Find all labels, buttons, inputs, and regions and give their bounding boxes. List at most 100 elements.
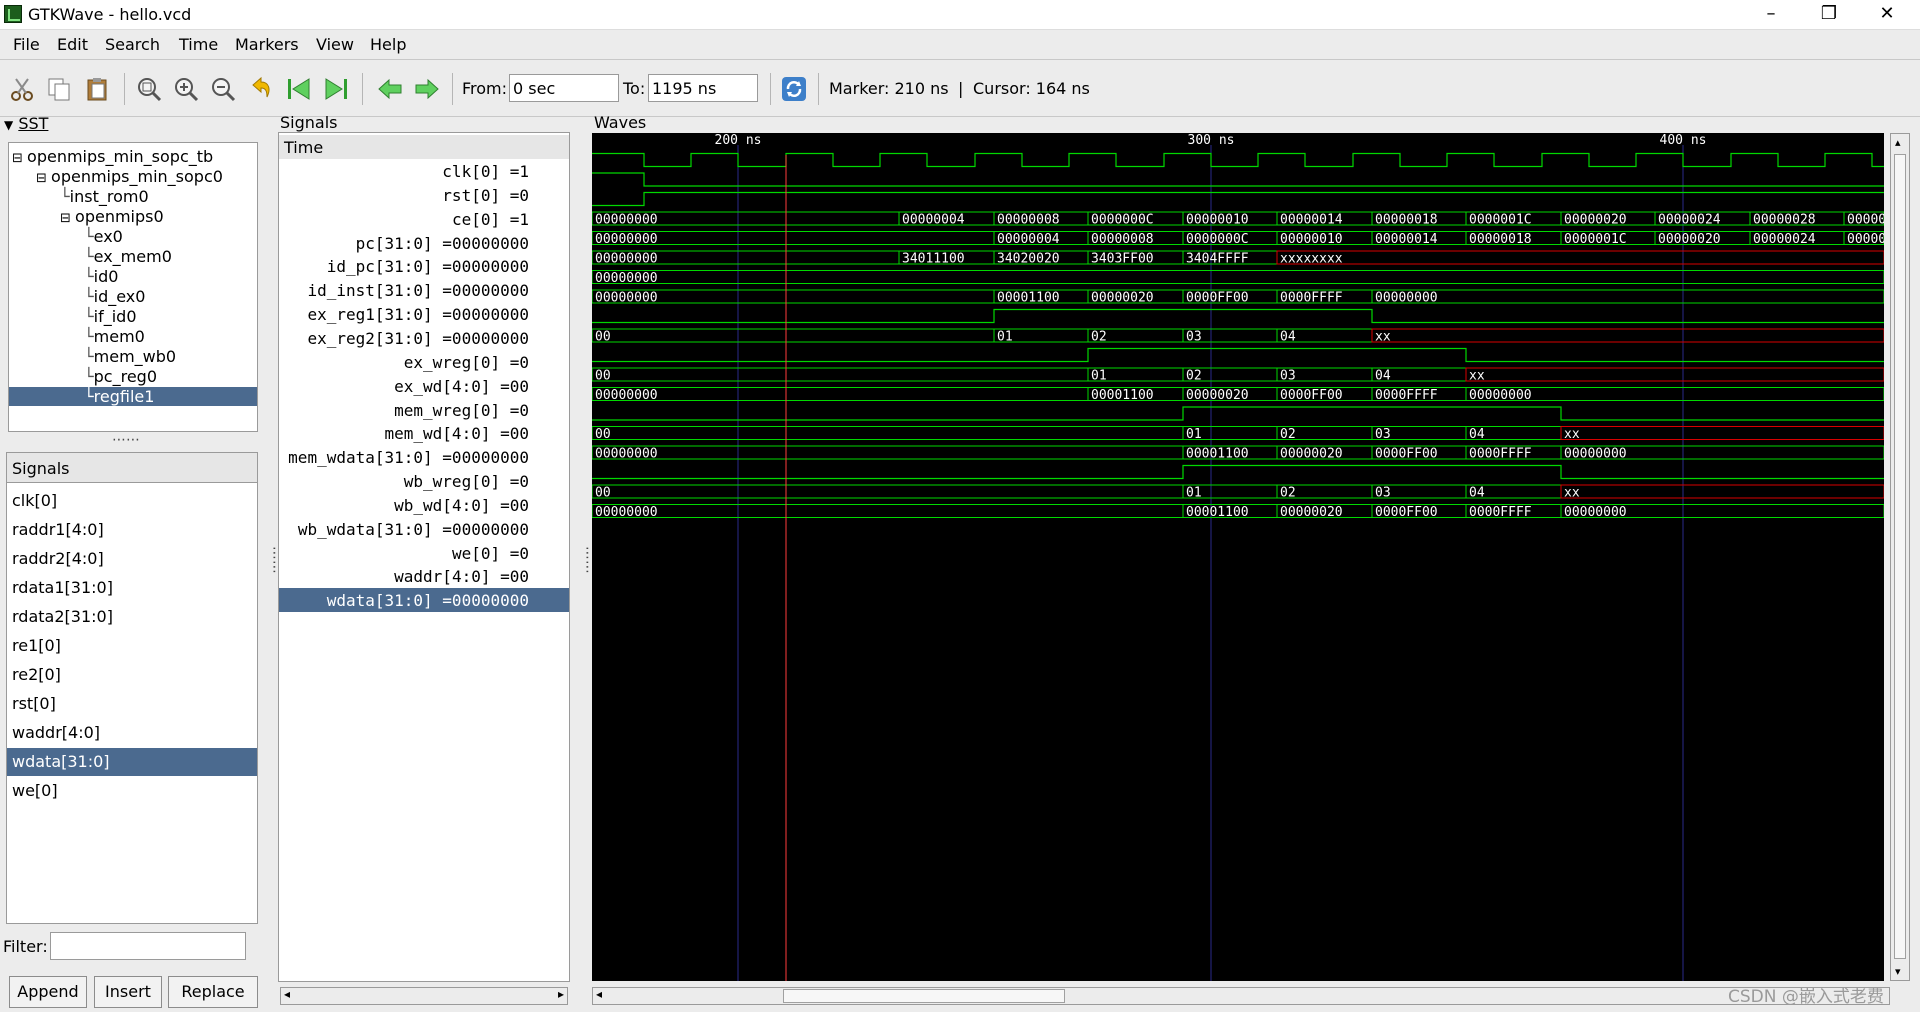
signal-list-item[interactable]: rdata1[31:0]	[7, 574, 257, 602]
trace-signal-label[interactable]: pc[31:0] =00000000	[279, 231, 569, 255]
sst-node[interactable]: └pc_reg0	[84, 367, 157, 386]
signal-list-item[interactable]: waddr[4:0]	[7, 719, 257, 747]
reload-icon[interactable]	[780, 75, 808, 103]
close-button[interactable]: ✕	[1858, 0, 1916, 30]
zoom-to-end-icon[interactable]	[322, 75, 350, 103]
sst-node[interactable]: └ex_mem0	[84, 247, 172, 266]
trace-signal-label[interactable]: mem_wdata[31:0] =00000000	[279, 445, 569, 469]
signal-list-item[interactable]: raddr2[4:0]	[7, 545, 257, 573]
bus-value-label: 00000000	[595, 271, 658, 286]
sst-node[interactable]: ⊟ openmips_min_sopc0	[36, 167, 223, 186]
trace-signal-label[interactable]: wb_wd[4:0] =00	[279, 493, 569, 517]
bus-value-label: 03	[1375, 486, 1391, 501]
menu-file[interactable]: File	[13, 35, 40, 54]
trace-signal-label[interactable]: clk[0] =1	[279, 159, 569, 183]
signal-list-item[interactable]: re1[0]	[7, 632, 257, 660]
bus-value-label: 01	[1186, 486, 1202, 501]
signal-list-item[interactable]: re2[0]	[7, 661, 257, 689]
trace-signal-label[interactable]: waddr[4:0] =00	[279, 564, 569, 588]
menu-help[interactable]: Help	[370, 35, 406, 54]
signal-list-item[interactable]: rdata2[31:0]	[7, 603, 257, 631]
tree-expander-icon[interactable]: ⊟	[60, 211, 75, 226]
sst-node[interactable]: └inst_rom0	[60, 187, 149, 206]
trace-signal-label[interactable]: mem_wd[4:0] =00	[279, 421, 569, 445]
trace-signal-label[interactable]: wdata[31:0] =00000000	[279, 588, 569, 613]
hscroll-thumb[interactable]	[783, 989, 1065, 1003]
bus-value-label: 01	[1186, 427, 1202, 442]
bus-value-label: 00000018	[1469, 232, 1532, 247]
sst-node[interactable]: └if_id0	[84, 307, 137, 326]
from-time-input[interactable]	[509, 74, 619, 102]
sst-node[interactable]: └regfile1	[9, 387, 257, 406]
menu-search[interactable]: Search	[105, 35, 160, 54]
signals-list-header[interactable]: Signals	[7, 453, 257, 483]
tree-expander-icon[interactable]: ⊟	[12, 151, 27, 166]
bus-value-label: 00000000	[1564, 505, 1627, 520]
sst-node[interactable]: └mem0	[84, 327, 145, 346]
trace-signal-label[interactable]: ex_reg2[31:0] =00000000	[279, 326, 569, 350]
scroll-down-arrow-icon[interactable]: ▾	[1895, 965, 1901, 978]
trace-signal-label[interactable]: ex_reg1[31:0] =00000000	[279, 302, 569, 326]
insert-button[interactable]: Insert	[94, 976, 162, 1008]
signal-list-item[interactable]: we[0]	[7, 777, 257, 805]
waves-hscrollbar[interactable]: ◂	[592, 987, 1890, 1005]
menu-edit[interactable]: Edit	[57, 35, 88, 54]
signal-list-item[interactable]: wdata[31:0]	[7, 748, 257, 776]
scroll-up-arrow-icon[interactable]: ▴	[1895, 136, 1901, 149]
sst-node[interactable]: ⊟ openmips_min_sopc_tb	[12, 147, 213, 166]
sst-node[interactable]: └id0	[84, 267, 118, 286]
trace-signal-label[interactable]: rst[0] =0	[279, 183, 569, 207]
cut-icon[interactable]	[8, 75, 36, 103]
signal-list-item[interactable]: rst[0]	[7, 690, 257, 718]
trace-signal-label[interactable]: id_pc[31:0] =00000000	[279, 254, 569, 278]
minimize-button[interactable]: –	[1742, 0, 1800, 30]
trace-signal-label[interactable]: ce[0] =1	[279, 207, 569, 231]
append-button[interactable]: Append	[9, 976, 87, 1008]
copy-icon[interactable]	[45, 75, 73, 103]
pane-resize-handle[interactable]: ⋯⋯	[112, 432, 140, 448]
paste-icon[interactable]	[83, 75, 111, 103]
signal-list-item[interactable]: clk[0]	[7, 487, 257, 515]
tree-expander-icon[interactable]: ⊟	[36, 171, 51, 186]
trace-signal-label[interactable]: wb_wreg[0] =0	[279, 469, 569, 493]
menu-view[interactable]: View	[316, 35, 354, 54]
zoom-in-icon[interactable]	[172, 75, 200, 103]
zoom-to-start-icon[interactable]	[285, 75, 313, 103]
sst-node[interactable]: ⊟ openmips0	[60, 207, 164, 226]
bus-value-label: xxxxxxxx	[1280, 252, 1343, 267]
trace-signal-label[interactable]: ex_wreg[0] =0	[279, 350, 569, 374]
sst-node-label: id_ex0	[93, 287, 146, 306]
waves-vscrollbar[interactable]: ▴ ▾	[1890, 133, 1910, 981]
scroll-left-arrow-icon[interactable]: ◂	[596, 987, 602, 1001]
waveform-canvas[interactable]: 200 ns 300 ns 400 ns00000000 00000004 000000…	[592, 133, 1884, 981]
menu-time[interactable]: Time	[179, 35, 218, 54]
scroll-left-arrow-icon[interactable]: ◂	[284, 987, 290, 1001]
trace-signal-label[interactable]: wb_wdata[31:0] =00000000	[279, 517, 569, 541]
bus-value-label: 34020020	[997, 252, 1060, 267]
sst-header[interactable]: ▼ SST	[4, 114, 48, 133]
filter-input[interactable]	[50, 932, 246, 960]
restore-button[interactable]: ❐	[1800, 0, 1858, 30]
to-time-input[interactable]	[648, 74, 758, 102]
menu-markers[interactable]: Markers	[235, 35, 299, 54]
trace-signal-label[interactable]: id_inst[31:0] =00000000	[279, 278, 569, 302]
zoom-out-icon[interactable]	[209, 75, 237, 103]
undo-zoom-icon[interactable]	[247, 75, 275, 103]
signals-hscrollbar[interactable]: ◂ ▸	[280, 987, 568, 1005]
waves-pane[interactable]: 200 ns 300 ns 400 ns 00000000 00000004 000000…	[592, 133, 1884, 981]
find-next-edge-icon[interactable]	[413, 75, 441, 103]
sst-node-label: inst_rom0	[69, 187, 149, 206]
vscroll-thumb[interactable]	[1894, 154, 1906, 959]
scroll-right-arrow-icon[interactable]: ▸	[558, 987, 564, 1001]
trace-signal-label[interactable]: ex_wd[4:0] =00	[279, 374, 569, 398]
sst-node[interactable]: └mem_wb0	[84, 347, 176, 366]
sst-node[interactable]: └id_ex0	[84, 287, 145, 306]
signal-list-item[interactable]: raddr1[4:0]	[7, 516, 257, 544]
trace-signal-label[interactable]: we[0] =0	[279, 541, 569, 565]
sst-node[interactable]: └ex0	[84, 227, 123, 246]
find-previous-edge-icon[interactable]	[376, 75, 404, 103]
replace-button[interactable]: Replace	[168, 976, 258, 1008]
trace-signal-label[interactable]: mem_wreg[0] =0	[279, 398, 569, 422]
from-label: From:	[462, 79, 508, 98]
zoom-fit-icon[interactable]	[135, 75, 163, 103]
